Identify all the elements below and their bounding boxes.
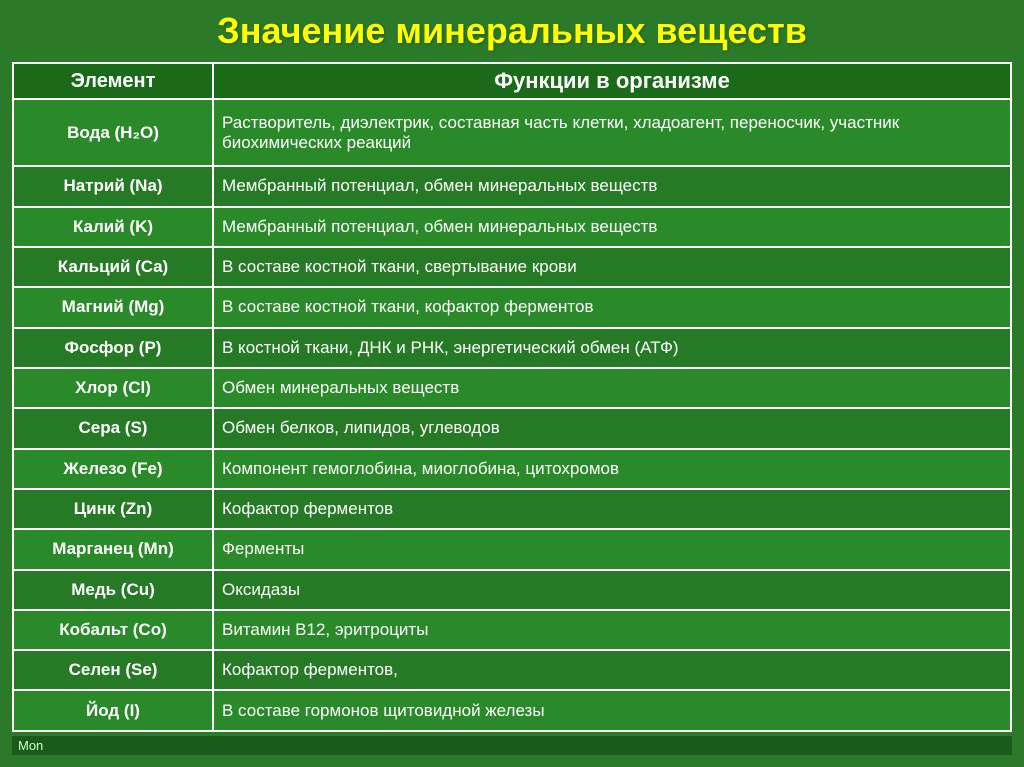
cell-function: Мембранный потенциал, обмен минеральных … — [213, 207, 1011, 247]
cell-function: В костной ткани, ДНК и РНК, энергетическ… — [213, 328, 1011, 368]
cell-element: Магний (Mg) — [13, 287, 213, 327]
cell-function: Растворитель, диэлектрик, составная част… — [213, 99, 1011, 166]
table-row: Калий (K)Мембранный потенциал, обмен мин… — [13, 207, 1011, 247]
table-row: Кобальт (Co)Витамин В12, эритроциты — [13, 610, 1011, 650]
table-row: Медь (Cu)Оксидазы — [13, 570, 1011, 610]
page-container: Значение минеральных веществ Элемент Фун… — [0, 0, 1024, 767]
table-row: Йод (I)В составе гормонов щитовидной жел… — [13, 690, 1011, 731]
table-row: Железо (Fe)Компонент гемоглобина, миогло… — [13, 449, 1011, 489]
cell-element: Кобальт (Co) — [13, 610, 213, 650]
cell-function: Витамин В12, эритроциты — [213, 610, 1011, 650]
table-row: Фосфор (P)В костной ткани, ДНК и РНК, эн… — [13, 328, 1011, 368]
table-row: Селен (Se)Кофактор ферментов, — [13, 650, 1011, 690]
cell-function: Мембранный потенциал, обмен минеральных … — [213, 166, 1011, 206]
cell-element: Кальций (Ca) — [13, 247, 213, 287]
cell-function: В составе гормонов щитовидной железы — [213, 690, 1011, 731]
cell-element: Йод (I) — [13, 690, 213, 731]
col-header-element: Элемент — [13, 63, 213, 99]
table-row: Марганец (Mn)Ферменты — [13, 529, 1011, 569]
cell-element: Хлор (Cl) — [13, 368, 213, 408]
cell-element: Натрий (Na) — [13, 166, 213, 206]
cell-element: Селен (Se) — [13, 650, 213, 690]
table-row: Хлор (Cl)Обмен минеральных веществ — [13, 368, 1011, 408]
cell-element: Железо (Fe) — [13, 449, 213, 489]
page-title: Значение минеральных веществ — [217, 10, 807, 52]
cell-function: Кофактор ферментов, — [213, 650, 1011, 690]
main-table: Элемент Функции в организме Вода (H₂O)Ра… — [12, 62, 1012, 732]
col-header-function: Функции в организме — [213, 63, 1011, 99]
bottom-bar: Mon — [12, 736, 1012, 755]
cell-element: Цинк (Zn) — [13, 489, 213, 529]
cell-function: Ферменты — [213, 529, 1011, 569]
cell-element: Фосфор (P) — [13, 328, 213, 368]
cell-function: Кофактор ферментов — [213, 489, 1011, 529]
cell-element: Вода (H₂O) — [13, 99, 213, 166]
cell-function: В составе костной ткани, свертывание кро… — [213, 247, 1011, 287]
cell-element: Медь (Cu) — [13, 570, 213, 610]
table-row: Магний (Mg)В составе костной ткани, кофа… — [13, 287, 1011, 327]
cell-function: Обмен белков, липидов, углеводов — [213, 408, 1011, 448]
table-row: Кальций (Ca)В составе костной ткани, све… — [13, 247, 1011, 287]
cell-function: Оксидазы — [213, 570, 1011, 610]
cell-element: Сера (S) — [13, 408, 213, 448]
cell-function: Компонент гемоглобина, миоглобина, цитох… — [213, 449, 1011, 489]
cell-element: Марганец (Mn) — [13, 529, 213, 569]
cell-function: В составе костной ткани, кофактор фермен… — [213, 287, 1011, 327]
table-header-row: Элемент Функции в организме — [13, 63, 1011, 99]
table-row: Цинк (Zn)Кофактор ферментов — [13, 489, 1011, 529]
table-row: Сера (S)Обмен белков, липидов, углеводов — [13, 408, 1011, 448]
table-body: Вода (H₂O)Растворитель, диэлектрик, сост… — [13, 99, 1011, 731]
table-row: Натрий (Na)Мембранный потенциал, обмен м… — [13, 166, 1011, 206]
cell-element: Калий (K) — [13, 207, 213, 247]
table-row: Вода (H₂O)Растворитель, диэлектрик, сост… — [13, 99, 1011, 166]
cell-function: Обмен минеральных веществ — [213, 368, 1011, 408]
